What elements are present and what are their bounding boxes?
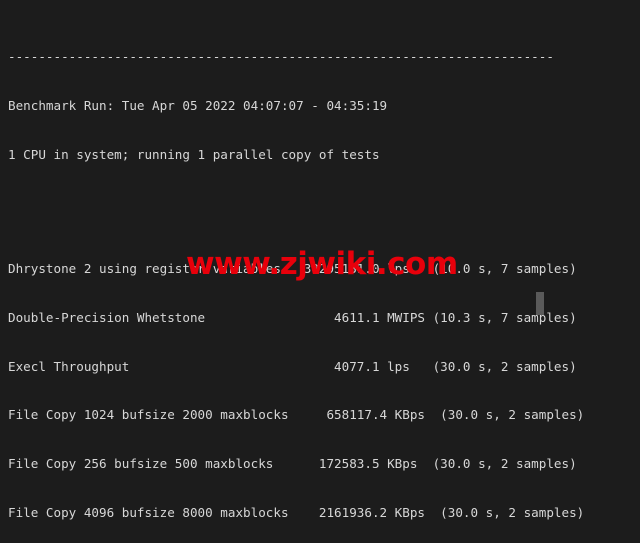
result-line-1: Double-Precision Whetstone 4611.1 MWIPS …	[8, 309, 577, 325]
result-line-3: File Copy 1024 bufsize 2000 maxblocks 65…	[8, 407, 585, 423]
vertical-scrollbar-thumb[interactable]	[536, 292, 544, 315]
result-line-4: File Copy 256 bufsize 500 maxblocks 1725…	[8, 456, 577, 472]
result-row: Dhrystone 2 using register variables 392…	[8, 261, 632, 277]
result-line-0: Dhrystone 2 using register variables 392…	[8, 260, 577, 276]
terminal-screen: ----------------------------------------…	[8, 0, 632, 543]
cpu-info-line: 1 CPU in system; running 1 parallel copy…	[8, 146, 380, 162]
result-row: File Copy 256 bufsize 500 maxblocks 1725…	[8, 456, 632, 472]
terminal-window[interactable]: ----------------------------------------…	[0, 0, 640, 543]
top-rule: ----------------------------------------…	[8, 48, 554, 64]
result-row: Execl Throughput 4077.1 lps (30.0 s, 2 s…	[8, 359, 632, 375]
result-line-5: File Copy 4096 bufsize 8000 maxblocks 21…	[8, 505, 585, 521]
benchmark-run-line: Benchmark Run: Tue Apr 05 2022 04:07:07 …	[8, 97, 388, 113]
result-row: File Copy 1024 bufsize 2000 maxblocks 65…	[8, 407, 632, 423]
result-line-2: Execl Throughput 4077.1 lps (30.0 s, 2 s…	[8, 358, 577, 374]
blank-line-1	[8, 196, 632, 212]
result-row: File Copy 4096 bufsize 8000 maxblocks 21…	[8, 505, 632, 521]
